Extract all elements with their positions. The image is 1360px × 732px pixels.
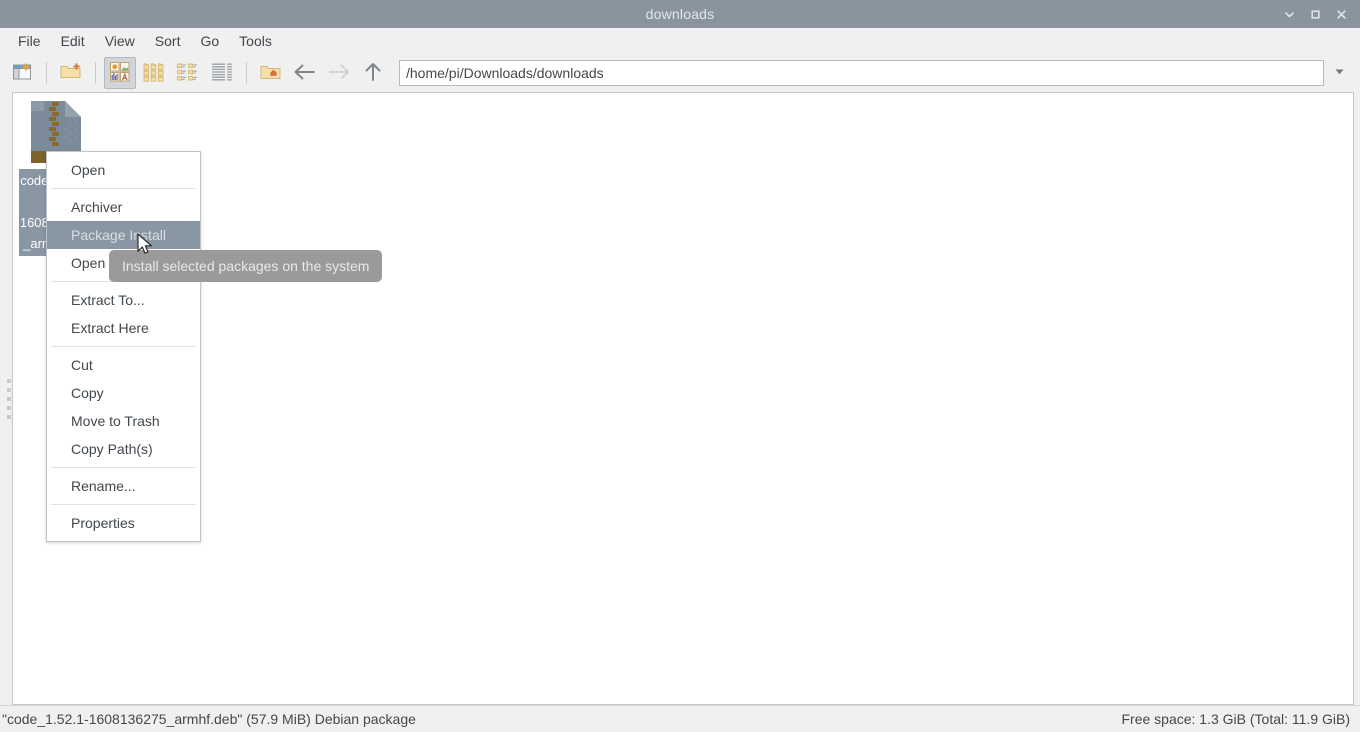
maximize-button[interactable]	[1302, 0, 1328, 28]
compact-view-button[interactable]	[172, 57, 204, 89]
status-bar: "code_1.52.1-1608136275_armhf.deb" (57.9…	[0, 705, 1360, 732]
menu-bar: File Edit View Sort Go Tools	[0, 28, 1360, 54]
context-menu-item-properties[interactable]: Properties	[47, 509, 200, 537]
status-free-space: Free space: 1.3 GiB (Total: 11.9 GiB)	[1121, 711, 1350, 727]
tooltip: Install selected packages on the system	[109, 250, 383, 282]
toolbar-separator	[95, 62, 96, 84]
toolbar-separator	[246, 62, 247, 84]
minimize-button[interactable]	[1276, 0, 1302, 28]
context-menu-item-archiver[interactable]: Archiver	[47, 193, 200, 221]
arrow-left-icon	[292, 61, 318, 86]
context-menu[interactable]: Open Archiver Package Install Open With.…	[46, 151, 201, 542]
window-title: downloads	[645, 6, 715, 22]
context-menu-item-copy[interactable]: Copy	[47, 379, 200, 407]
title-bar: downloads	[0, 0, 1360, 28]
arrow-up-icon	[361, 60, 385, 87]
close-icon	[1335, 8, 1348, 21]
context-menu-separator	[51, 188, 196, 189]
thumbnail-view-button[interactable]	[104, 57, 136, 89]
context-menu-separator	[51, 346, 196, 347]
context-menu-item-rename[interactable]: Rename...	[47, 472, 200, 500]
home-folder-icon	[259, 61, 283, 86]
context-menu-item-copy-paths[interactable]: Copy Path(s)	[47, 435, 200, 463]
menu-go[interactable]: Go	[190, 30, 229, 52]
toolbar-separator	[46, 62, 47, 84]
context-menu-separator	[51, 504, 196, 505]
menu-sort[interactable]: Sort	[145, 30, 191, 52]
up-button[interactable]	[357, 57, 389, 89]
menu-file[interactable]: File	[8, 30, 51, 52]
path-input[interactable]: /home/pi/Downloads/downloads	[399, 60, 1324, 86]
detailed-list-view-button[interactable]	[206, 57, 238, 89]
context-menu-item-open[interactable]: Open	[47, 156, 200, 184]
new-folder-button[interactable]	[55, 57, 87, 89]
new-tab-button[interactable]	[6, 57, 38, 89]
menu-edit[interactable]: Edit	[51, 30, 95, 52]
chevron-down-icon	[1283, 8, 1296, 21]
path-input-value: /home/pi/Downloads/downloads	[406, 65, 604, 81]
new-folder-icon	[59, 61, 83, 86]
thumbnail-view-icon	[109, 61, 131, 86]
icon-view-button[interactable]	[138, 57, 170, 89]
square-icon	[1309, 8, 1322, 21]
file-list-view[interactable]: code_1.52.1- 1608136275 _armhf.deb	[12, 92, 1354, 705]
context-menu-item-extract-to[interactable]: Extract To...	[47, 286, 200, 314]
window-controls	[1276, 0, 1354, 28]
toolbar: /home/pi/Downloads/downloads	[0, 54, 1360, 92]
detailed-list-view-icon	[210, 61, 234, 86]
path-dropdown-button[interactable]	[1326, 60, 1352, 86]
compact-view-icon	[176, 61, 200, 86]
context-menu-item-move-to-trash[interactable]: Move to Trash	[47, 407, 200, 435]
icon-view-icon	[142, 61, 166, 86]
chevron-down-icon	[1333, 65, 1346, 81]
menu-tools[interactable]: Tools	[229, 30, 282, 52]
back-button[interactable]	[289, 57, 321, 89]
home-button[interactable]	[255, 57, 287, 89]
arrow-right-icon	[326, 61, 352, 86]
new-tab-icon	[11, 61, 33, 86]
context-menu-item-package-install[interactable]: Package Install	[47, 221, 200, 249]
splitter-grip	[7, 378, 11, 419]
menu-view[interactable]: View	[95, 30, 145, 52]
context-menu-item-extract-here[interactable]: Extract Here	[47, 314, 200, 342]
context-menu-item-cut[interactable]: Cut	[47, 351, 200, 379]
status-selection-info: "code_1.52.1-1608136275_armhf.deb" (57.9…	[2, 711, 416, 727]
context-menu-separator	[51, 467, 196, 468]
main-area: code_1.52.1- 1608136275 _armhf.deb	[0, 92, 1360, 705]
forward-button[interactable]	[323, 57, 355, 89]
close-button[interactable]	[1328, 0, 1354, 28]
file-manager-window: downloads File Edit View Sort Go Tools /…	[0, 0, 1360, 732]
